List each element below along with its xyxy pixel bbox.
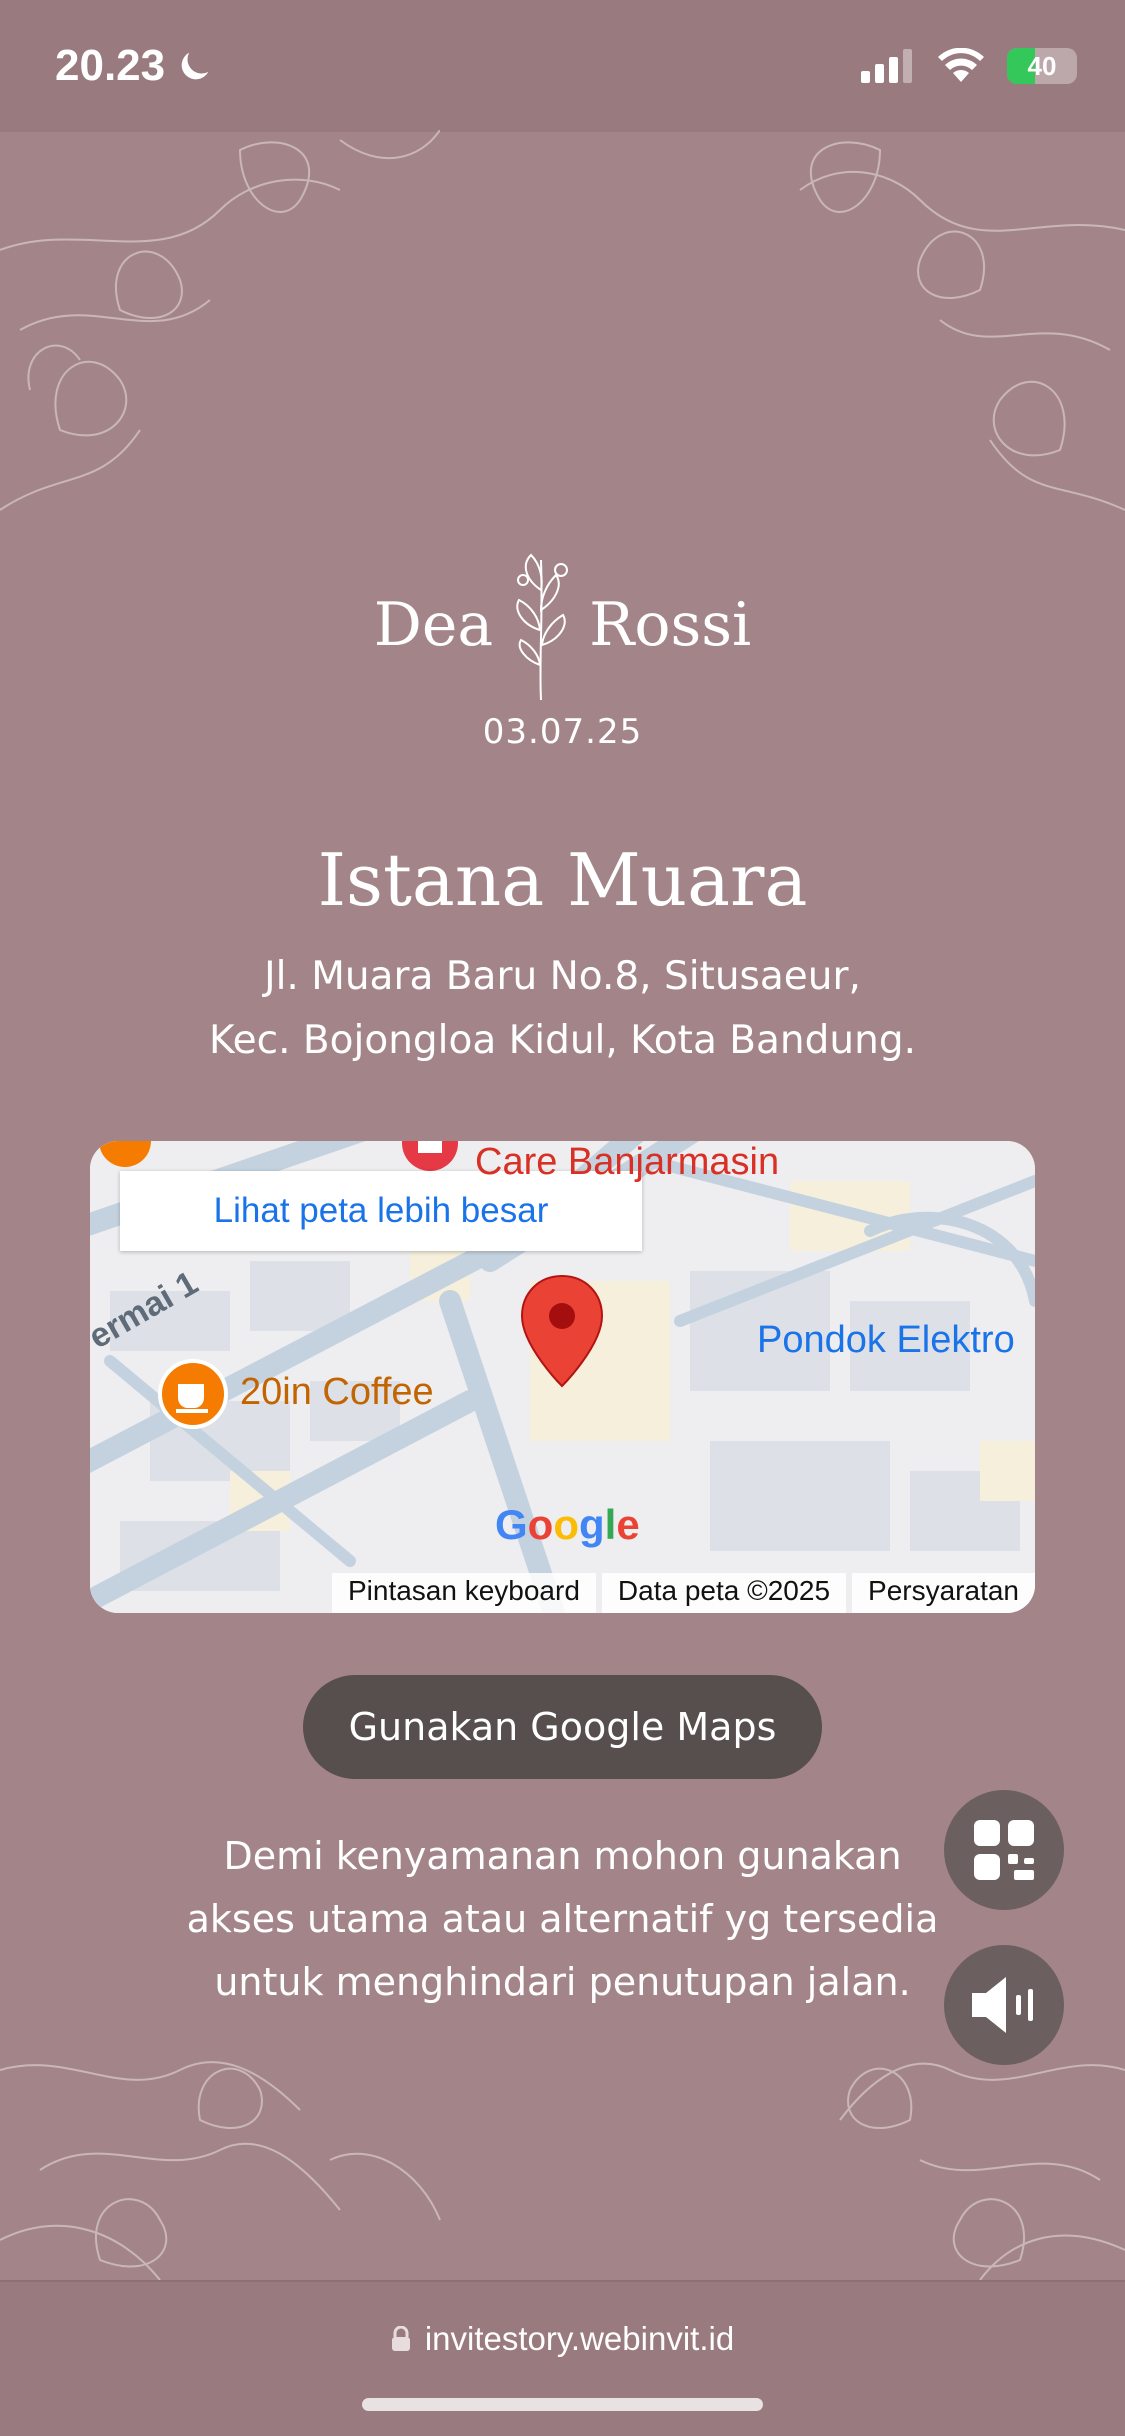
note-line-3: untuk menghindari penutupan jalan. — [214, 1960, 911, 2004]
clock: 20.23 — [55, 41, 166, 90]
map-label-coffee[interactable]: 20in Coffee — [240, 1371, 434, 1414]
status-time: 20.23 — [55, 41, 215, 91]
venue-address: Jl. Muara Baru No.8, Situsaeur, Kec. Boj… — [0, 945, 1125, 1073]
lock-icon — [391, 2326, 410, 2351]
wedding-date: 03.07.25 — [482, 712, 643, 752]
embedded-map[interactable]: Lihat peta lebih besar Care Banjarmasin … — [90, 1141, 1035, 1613]
home-indicator[interactable] — [362, 2398, 763, 2411]
map-footer: Pintasan keyboard Data peta ©2025 Persya… — [331, 1573, 1035, 1613]
url-text: invitestory.webinvit.id — [424, 2320, 735, 2357]
terms-link[interactable]: Persyaratan — [852, 1573, 1035, 1613]
access-note: Demi kenyamanan mohon gunakan akses utam… — [150, 1825, 975, 2014]
floral-sprig-icon — [516, 553, 569, 700]
bride-name: Dea — [373, 590, 494, 660]
address-line-2: Kec. Bojongloa Kidul, Kota Bandung. — [209, 1018, 916, 1063]
status-icons: 40 — [861, 48, 1077, 84]
keyboard-shortcuts-link[interactable]: Pintasan keyboard — [331, 1573, 596, 1613]
note-line-1: Demi kenyamanan mohon gunakan — [223, 1834, 902, 1878]
open-google-maps-button[interactable]: Gunakan Google Maps — [303, 1675, 822, 1779]
floral-top-right-decoration — [799, 141, 1125, 511]
browser-bottom-bar: invitestory.webinvit.id — [0, 2280, 1125, 2436]
moon-icon — [181, 52, 209, 80]
floral-bottom-left-decoration — [0, 2061, 441, 2280]
groom-name: Rossi — [589, 590, 752, 660]
battery-level: 40 — [1027, 50, 1057, 81]
floral-bottom-right-decoration — [839, 2062, 1125, 2280]
google-logo: Google — [495, 1501, 640, 1548]
signal-icon — [861, 49, 912, 83]
address-line-1: Jl. Muara Baru No.8, Situsaeur, — [264, 954, 861, 999]
speaker-icon — [972, 1977, 1033, 2033]
map-label-banjarmasin[interactable]: Care Banjarmasin — [475, 1141, 779, 1184]
status-bar: 20.23 40 — [0, 0, 1125, 132]
venue-title: Istana Muara — [317, 838, 808, 922]
map-data-credit: Data peta ©2025 — [601, 1573, 847, 1613]
music-toggle-button[interactable] — [944, 1945, 1064, 2065]
wifi-icon — [938, 48, 984, 82]
couple-names: Dea Rossi — [0, 550, 1125, 700]
floral-top-left-decoration — [0, 130, 440, 511]
address-bar[interactable]: invitestory.webinvit.id — [0, 2320, 1125, 2358]
note-line-2: akses utama atau alternatif yg tersedia — [186, 1897, 939, 1941]
map-label-pondok[interactable]: Pondok Elektro — [757, 1319, 1015, 1362]
qr-code-button[interactable] — [944, 1790, 1064, 1910]
qr-code-icon — [974, 1820, 1034, 1880]
battery-icon: 40 — [1007, 48, 1077, 84]
